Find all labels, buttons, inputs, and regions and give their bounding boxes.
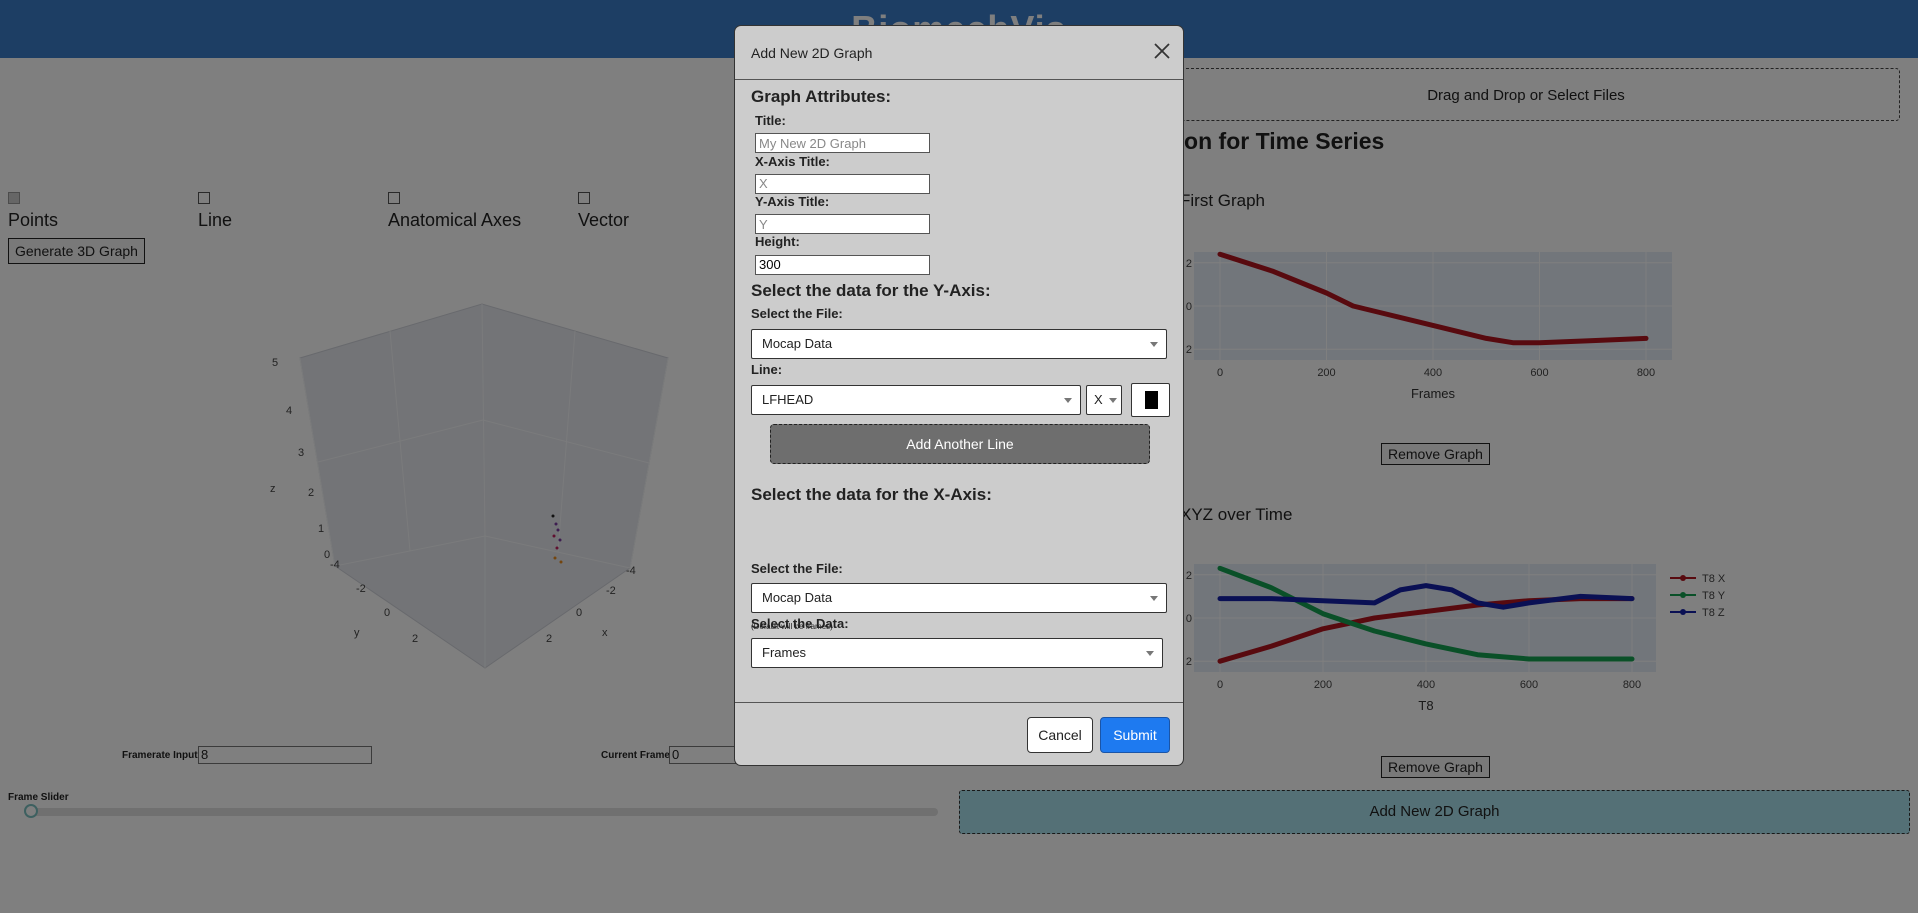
axis-component-selected: X — [1094, 392, 1103, 407]
x-file-label: Select the File: — [751, 560, 843, 576]
submit-button[interactable]: Submit — [1100, 717, 1170, 753]
y-axis-data-heading: Select the data for the Y-Axis: — [751, 280, 991, 300]
y-axis-title-input[interactable] — [755, 214, 930, 234]
x-axis-title-input[interactable] — [755, 173, 930, 194]
color-swatch — [1145, 391, 1158, 410]
axis-component-select[interactable]: X — [1086, 385, 1122, 415]
title-label: Title: — [755, 113, 786, 129]
add-another-line-button[interactable]: Add Another Line — [770, 423, 1150, 464]
modal-body: Graph Attributes: Title: X-Axis Title: Y… — [735, 80, 1183, 702]
chevron-down-icon — [1064, 398, 1072, 403]
x-file-selected: Mocap Data — [762, 590, 833, 605]
x-file-select[interactable]: Mocap Data — [751, 583, 1167, 613]
modal-title: Add New 2D Graph — [751, 45, 873, 61]
graph-attributes-heading: Graph Attributes: — [751, 87, 892, 107]
y-file-label: Select the File: — [751, 305, 843, 321]
chevron-down-icon — [1109, 398, 1117, 403]
line-selected: LFHEAD — [762, 392, 814, 407]
chevron-down-icon — [1150, 596, 1158, 601]
chevron-down-icon — [1146, 650, 1154, 656]
add-graph-modal: Add New 2D Graph Graph Attributes: Title… — [734, 25, 1184, 766]
x-axis-data-heading: Select the data for the X-Axis: — [751, 484, 992, 504]
line-color-picker[interactable] — [1131, 383, 1170, 418]
height-label: Height: — [755, 233, 800, 249]
graph-title-input[interactable] — [755, 133, 930, 153]
y-file-selected: Mocap Data — [762, 336, 833, 352]
cancel-button[interactable]: Cancel — [1027, 717, 1093, 753]
line-select[interactable]: LFHEAD — [751, 385, 1081, 415]
y-axis-title-label: Y-Axis Title: — [755, 194, 830, 210]
x-data-select[interactable]: Frames — [751, 637, 1163, 668]
line-label: Line: — [751, 361, 783, 377]
modal-footer: Cancel Submit — [735, 702, 1183, 765]
height-input[interactable] — [755, 254, 930, 275]
y-file-select[interactable]: Mocap Data — [751, 329, 1167, 360]
x-axis-title-label: X-Axis Title: — [755, 153, 830, 169]
x-data-label: Select the Data: — [751, 616, 849, 632]
x-data-selected: Frames — [762, 644, 807, 660]
chevron-down-icon — [1150, 342, 1158, 348]
modal-header: Add New 2D Graph — [735, 26, 1183, 80]
close-icon[interactable] — [1151, 40, 1173, 62]
